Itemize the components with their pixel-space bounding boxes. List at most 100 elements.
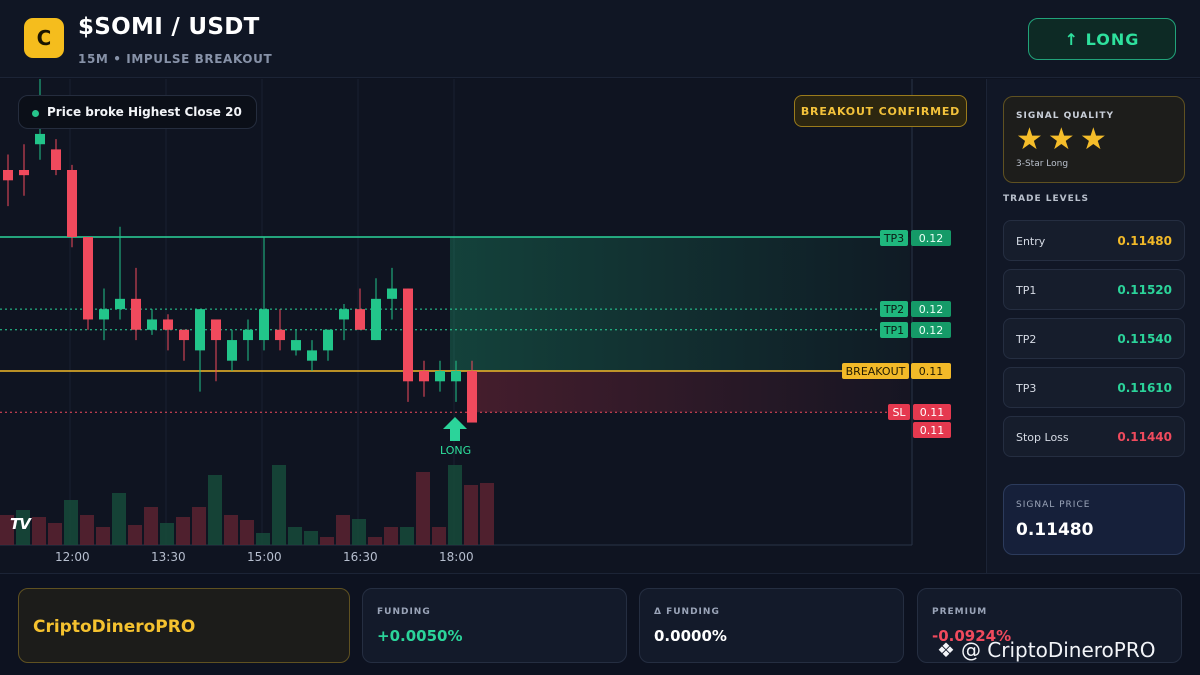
volume-bar: [80, 515, 94, 545]
volume-bar: [304, 531, 318, 545]
header: C $SOMI / USDT 15M • IMPULSE BREAKOUT ↑ …: [0, 0, 1200, 78]
volume-bar: [384, 527, 398, 545]
side-panel: SIGNAL QUALITY ★ ★ ★ 3-Star Long TRADE L…: [986, 79, 1200, 573]
volume-bar: [352, 519, 366, 545]
candle-body: [323, 329, 333, 351]
funding-value: +0.0050%: [377, 627, 463, 645]
tp2-tag: TP2: [880, 301, 908, 317]
candle-body: [259, 309, 269, 341]
footer: CriptoDineroPRO FUNDING +0.0050% Δ FUNDI…: [0, 573, 1200, 675]
level-value: 0.11610: [1117, 381, 1172, 395]
watermark: ❖ @ CriptoDineroPRO: [937, 638, 1155, 662]
candle-body: [387, 288, 397, 299]
long-marker-label: LONG: [440, 444, 472, 457]
status-text: Price broke Highest Close 20: [47, 105, 242, 119]
volume-bar: [128, 525, 142, 545]
volume-bar: [112, 493, 126, 545]
candle-body: [115, 298, 125, 310]
time-label: 16:30: [343, 550, 378, 564]
volume-bar: [448, 465, 462, 545]
candle-body: [275, 329, 285, 341]
sl-value-tag: 0.11: [913, 404, 951, 420]
level-name: TP2: [1016, 333, 1037, 346]
pair-subtitle: 15M • IMPULSE BREAKOUT: [78, 52, 273, 66]
volume-bar: [464, 485, 478, 545]
brand-card: CriptoDineroPRO: [18, 588, 350, 663]
time-label: 18:00: [439, 550, 474, 564]
candle-body: [35, 133, 45, 145]
volume-bar: [240, 520, 254, 545]
binance-logo-icon: ❖: [937, 638, 955, 662]
star-icon: ★: [1016, 122, 1043, 157]
level-value: 0.11440: [1117, 430, 1172, 444]
volume-bar: [368, 537, 382, 545]
candle-body: [67, 170, 77, 237]
candle-body: [195, 309, 205, 351]
level-tp1[interactable]: TP1 0.11520: [1003, 269, 1185, 310]
volume-bar: [272, 465, 286, 545]
level-stop-loss[interactable]: Stop Loss 0.11440: [1003, 416, 1185, 457]
tradingview-logo-icon: TV: [10, 515, 31, 533]
volume-bar: [192, 507, 206, 545]
candle-body: [99, 309, 109, 320]
signal-quality-title: SIGNAL QUALITY: [1016, 111, 1114, 121]
volume-bar: [64, 500, 78, 545]
level-name: TP3: [1016, 382, 1037, 395]
volume-bar: [160, 523, 174, 545]
candle-body: [467, 371, 477, 423]
volume-bar: [208, 475, 222, 545]
tp1-value-tag: 0.12: [911, 322, 951, 338]
level-name: TP1: [1016, 284, 1037, 297]
candle-body: [451, 371, 461, 382]
volume-bar: [176, 517, 190, 545]
volume-bar: [96, 527, 110, 545]
candle-body: [291, 340, 301, 351]
volume-bar: [320, 537, 334, 545]
status-dot-icon: [32, 110, 39, 117]
candle-body: [419, 371, 429, 382]
level-name: Entry: [1016, 235, 1046, 248]
funding-card: FUNDING +0.0050%: [362, 588, 627, 663]
level-tp2[interactable]: TP2 0.11540: [1003, 318, 1185, 359]
delta-funding-card: Δ FUNDING 0.0000%: [639, 588, 904, 663]
brand-name: CriptoDineroPRO: [33, 617, 196, 637]
tp2-value-tag: 0.12: [911, 301, 951, 317]
price-chart[interactable]: [0, 79, 985, 573]
long-button[interactable]: ↑ LONG: [1028, 18, 1176, 60]
volume-bar: [32, 517, 46, 545]
sl-tag: SL: [888, 404, 910, 420]
level-value: 0.11540: [1117, 332, 1172, 346]
level-value: 0.11520: [1117, 283, 1172, 297]
level-value: 0.11480: [1117, 234, 1172, 248]
watermark-text: @ CriptoDineroPRO: [960, 638, 1156, 662]
candle-body: [227, 340, 237, 361]
time-label: 13:30: [151, 550, 186, 564]
delta-funding-title: Δ FUNDING: [654, 607, 720, 617]
time-label: 15:00: [247, 550, 282, 564]
chart-panel: Price broke Highest Close 20 BREAKOUT CO…: [0, 79, 985, 573]
candle-body: [355, 309, 365, 330]
target-zone: [450, 237, 910, 371]
signal-price-value: 0.11480: [1016, 520, 1094, 540]
star-icon: ★: [1079, 122, 1107, 157]
level-tp3[interactable]: TP3 0.11610: [1003, 367, 1185, 408]
signal-price-card: SIGNAL PRICE 0.11480: [1003, 484, 1185, 555]
volume-bar: [144, 507, 158, 545]
star-rating: ★ ★ ★: [1016, 125, 1107, 155]
pair-title: $SOMI / USDT: [78, 14, 260, 40]
candle-body: [339, 309, 349, 320]
signal-quality-desc: 3-Star Long: [1016, 159, 1069, 169]
candle-body: [307, 350, 317, 361]
app-logo: C: [24, 18, 64, 58]
candle-body: [83, 237, 93, 320]
candle-body: [371, 298, 381, 341]
volume-bar: [416, 472, 430, 545]
candle-body: [211, 319, 221, 341]
breakout-value-tag: 0.11: [911, 363, 951, 379]
candle-body: [147, 319, 157, 330]
signal-price-title: SIGNAL PRICE: [1016, 500, 1091, 510]
last-price-tag: 0.11: [913, 422, 951, 438]
level-entry[interactable]: Entry 0.11480: [1003, 220, 1185, 261]
candle-body: [163, 319, 173, 330]
candle-body: [3, 170, 13, 181]
